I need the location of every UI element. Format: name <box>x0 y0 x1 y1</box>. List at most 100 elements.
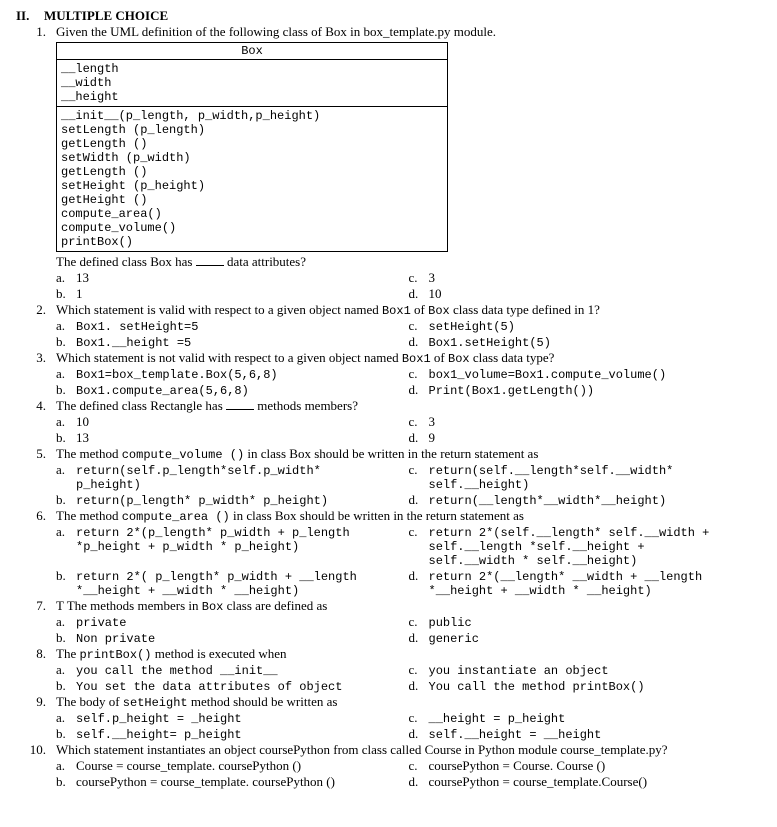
q1-d: 10 <box>429 286 762 302</box>
q4-stem: The defined class Rectangle has methods … <box>56 398 761 414</box>
q9-choices: a.self.p_height = _height b.self.__heigh… <box>56 710 761 742</box>
q5-num: 5. <box>16 446 56 462</box>
choice-label: a. <box>56 366 76 382</box>
q2-choices: a.Box1. setHeight=5 b.Box1.__height =5 c… <box>56 318 761 350</box>
q9-b: self.__height= p_height <box>76 728 409 742</box>
q4-c: 3 <box>429 414 762 430</box>
choice-label: c. <box>409 758 429 774</box>
q3-num: 3. <box>16 350 56 366</box>
uml-attr-line: __length <box>61 62 443 76</box>
q5-c2: self.__height) <box>429 478 762 492</box>
q2-c: setHeight(5) <box>429 320 762 334</box>
choice-label: d. <box>409 678 429 694</box>
choice-label: b. <box>56 334 76 350</box>
q6-c1: return 2*(self.__length* self.__width + <box>429 526 762 540</box>
uml-box: Box __length __width __height __init__(p… <box>56 42 448 252</box>
q9: 9. The body of setHeight method should b… <box>16 694 761 710</box>
choice-label: c. <box>409 614 429 630</box>
q6-d1: return 2*(__length* __width + __length <box>429 570 762 584</box>
blank <box>226 399 254 410</box>
q6-d2: *__height + __width * __height) <box>429 584 762 598</box>
section-roman: II. <box>16 8 44 24</box>
q9-d: self.__height = __height <box>429 728 762 742</box>
choice-label: b. <box>56 382 76 398</box>
q7-b: Non private <box>76 632 409 646</box>
q7-d: generic <box>429 632 762 646</box>
choice-label: d. <box>409 568 429 584</box>
q6-a2: *p_height + p_width * p_height) <box>76 540 409 554</box>
q5-choices: a.return(self.p_length*self.p_width* p_h… <box>56 462 761 508</box>
q7-num: 7. <box>16 598 56 614</box>
uml-method-line: getHeight () <box>61 193 443 207</box>
q2: 2. Which statement is valid with respect… <box>16 302 761 318</box>
choice-label: b. <box>56 630 76 646</box>
q10-c: coursePython = Course. Course () <box>429 758 762 774</box>
q6-stem: The method compute_area () in class Box … <box>56 508 761 524</box>
choice-label: d. <box>409 430 429 446</box>
choice-label: c. <box>409 710 429 726</box>
choice-label: a. <box>56 758 76 774</box>
choice-label: b. <box>56 430 76 446</box>
q6-c2: self.__length *self.__height + <box>429 540 762 554</box>
choice-label: b. <box>56 286 76 302</box>
choice-label: d. <box>409 334 429 350</box>
q1-c: 3 <box>429 270 762 286</box>
q2-d: Box1.setHeight(5) <box>429 336 762 350</box>
q5-c1: return(self.__length*self.__width* <box>429 464 762 478</box>
uml-method-line: __init__(p_length, p_width,p_height) <box>61 109 443 123</box>
q1-num: 1. <box>16 24 56 40</box>
q4-b: 13 <box>76 430 409 446</box>
q7: 7. T The methods members in Box class ar… <box>16 598 761 614</box>
choice-label: a. <box>56 318 76 334</box>
choice-label: c. <box>409 270 429 286</box>
q1-a: 13 <box>76 270 409 286</box>
choice-label: d. <box>409 726 429 742</box>
section-header: II. MULTIPLE CHOICE <box>16 8 761 24</box>
q8-num: 8. <box>16 646 56 662</box>
q5-b: return(p_length* p_width* p_height) <box>76 494 409 508</box>
q3: 3. Which statement is not valid with res… <box>16 350 761 366</box>
choice-label: b. <box>56 568 76 584</box>
q5-d: return(__length*__width*__height) <box>429 494 762 508</box>
choice-label: b. <box>56 492 76 508</box>
choice-label: d. <box>409 774 429 790</box>
uml-method-line: printBox() <box>61 235 443 249</box>
choice-label: c. <box>409 318 429 334</box>
q7-a: private <box>76 616 409 630</box>
choice-label: d. <box>409 492 429 508</box>
uml-attrs: __length __width __height <box>57 60 447 107</box>
choice-label: c. <box>409 366 429 382</box>
q3-a: Box1=box_template.Box(5,6,8) <box>76 368 409 382</box>
section-title: MULTIPLE CHOICE <box>44 8 168 24</box>
q10: 10. Which statement instantiates an obje… <box>16 742 761 758</box>
q8-d: You call the method printBox() <box>429 680 762 694</box>
q10-d: coursePython = course_template.Course() <box>429 774 762 790</box>
q4-num: 4. <box>16 398 56 414</box>
q5-a2: p_height) <box>76 478 409 492</box>
q2-a: Box1. setHeight=5 <box>76 320 409 334</box>
q3-d: Print(Box1.getLength()) <box>429 384 762 398</box>
uml-method-line: compute_volume() <box>61 221 443 235</box>
choice-label: d. <box>409 382 429 398</box>
uml-method-line: getLength () <box>61 137 443 151</box>
choice-label: b. <box>56 726 76 742</box>
uml-method-line: setHeight (p_height) <box>61 179 443 193</box>
q6-b2: *__height + __width * __height) <box>76 584 409 598</box>
choice-label: d. <box>409 630 429 646</box>
q6-choices: a.return 2*(p_length* p_width + p_length… <box>56 524 761 598</box>
q7-stem: T The methods members in Box class are d… <box>56 598 761 614</box>
choice-label: c. <box>409 414 429 430</box>
uml-method-line: getLength () <box>61 165 443 179</box>
choice-label: c. <box>409 524 429 540</box>
choice-label: b. <box>56 678 76 694</box>
q2-num: 2. <box>16 302 56 318</box>
q2-stem: Which statement is valid with respect to… <box>56 302 761 318</box>
q6-b1: return 2*( p_length* p_width + __length <box>76 570 409 584</box>
choice-label: a. <box>56 710 76 726</box>
q6-a1: return 2*(p_length* p_width + p_length <box>76 526 409 540</box>
q7-c: public <box>429 616 762 630</box>
choice-label: b. <box>56 774 76 790</box>
q3-stem: Which statement is not valid with respec… <box>56 350 761 366</box>
q1: 1. Given the UML definition of the follo… <box>16 24 761 40</box>
q8-a: you call the method __init__ <box>76 664 409 678</box>
